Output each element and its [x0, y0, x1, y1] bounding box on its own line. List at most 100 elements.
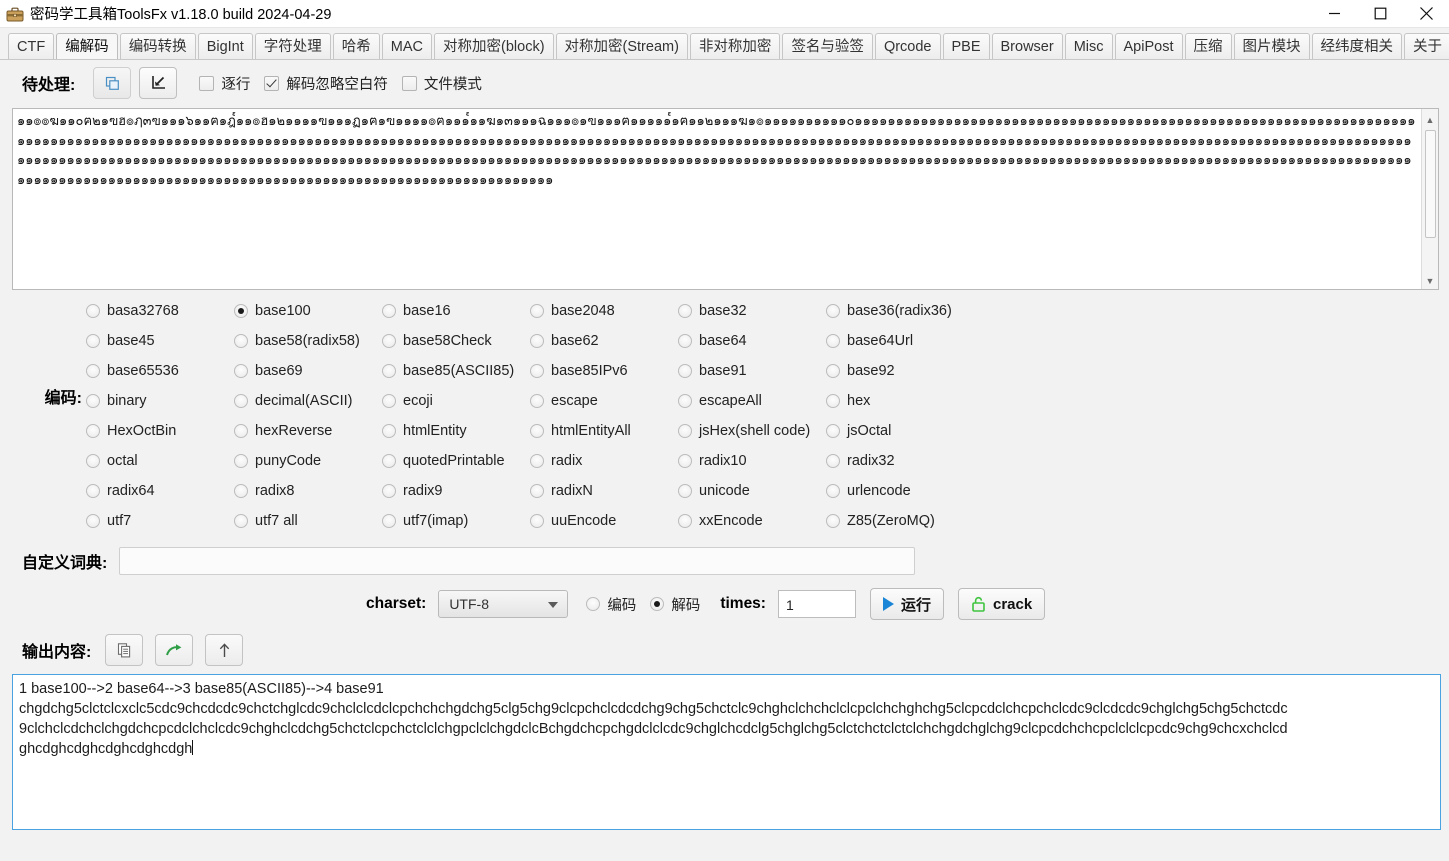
- radio-dot[interactable]: [530, 304, 544, 318]
- encoding-option-base65536[interactable]: base65536: [86, 356, 234, 386]
- radio-dot[interactable]: [234, 514, 248, 528]
- tab-10[interactable]: 签名与验签: [782, 33, 873, 59]
- radio-dot[interactable]: [678, 514, 692, 528]
- radio-dot[interactable]: [826, 514, 840, 528]
- radio-dot[interactable]: [382, 304, 396, 318]
- radio-dot[interactable]: [826, 334, 840, 348]
- radio-dot[interactable]: [826, 454, 840, 468]
- times-input[interactable]: 1: [777, 590, 856, 618]
- tab-0[interactable]: CTF: [8, 33, 55, 59]
- tab-5[interactable]: 哈希: [332, 33, 380, 59]
- radio-dot[interactable]: [86, 304, 100, 318]
- tab-4[interactable]: 字符处理: [254, 33, 331, 59]
- encoding-option-base2048[interactable]: base2048: [530, 296, 678, 326]
- encoding-option-base62[interactable]: base62: [530, 326, 678, 356]
- run-button[interactable]: 运行: [869, 588, 944, 620]
- encoding-option-radix[interactable]: radix: [530, 446, 678, 476]
- crack-button[interactable]: crack: [957, 588, 1046, 620]
- input-textarea-container[interactable]: ๑๑๏๏ฆ๑๑๐ฅ๒๑ฃฮ๏ฦ๓ฃ๑๑๑๖๑๑ฅ๑ฎ๎๑๑๏ฮ๑๒๑๑๑๑ฃ๑๑…: [12, 108, 1439, 290]
- maximize-button[interactable]: [1357, 0, 1403, 27]
- radio-dot[interactable]: [234, 334, 248, 348]
- charset-select[interactable]: UTF-8: [438, 590, 569, 618]
- input-scrollbar[interactable]: ▲ ▼: [1421, 109, 1438, 289]
- encoding-option-basa32768[interactable]: basa32768: [86, 296, 234, 326]
- tab-8[interactable]: 对称加密(Stream): [555, 33, 688, 59]
- encoding-option-punycode[interactable]: punyCode: [234, 446, 382, 476]
- radio-dot[interactable]: [86, 394, 100, 408]
- encoding-option-base85-ascii85-[interactable]: base85(ASCII85): [382, 356, 530, 386]
- scroll-down-icon[interactable]: ▼: [1422, 272, 1439, 289]
- encoding-radio-group[interactable]: basa32768 base100 base16 base2048 base32 base…: [82, 296, 1449, 536]
- encoding-option-base64url[interactable]: base64Url: [826, 326, 986, 356]
- import-input-button[interactable]: [139, 67, 178, 99]
- encoding-option-base100[interactable]: base100: [234, 296, 382, 326]
- radio-dot[interactable]: [678, 334, 692, 348]
- output-textarea[interactable]: 1 base100-->2 base64-->3 base85(ASCII85)…: [12, 674, 1441, 830]
- encoding-option-base91[interactable]: base91: [678, 356, 826, 386]
- copy-input-button[interactable]: [93, 67, 132, 99]
- radio-dot[interactable]: [530, 424, 544, 438]
- file-mode-option[interactable]: 文件模式: [401, 73, 482, 94]
- encoding-option-hexreverse[interactable]: hexReverse: [234, 416, 382, 446]
- encoding-option-jsoctal[interactable]: jsOctal: [826, 416, 986, 446]
- encoding-option-radix8[interactable]: radix8: [234, 476, 382, 506]
- encoding-option-hex[interactable]: hex: [826, 386, 986, 416]
- line-by-line-checkbox[interactable]: [199, 75, 215, 91]
- tab-14[interactable]: Misc: [1064, 33, 1113, 59]
- encoding-option-htmlentity[interactable]: htmlEntity: [382, 416, 530, 446]
- radio-dot[interactable]: [530, 394, 544, 408]
- tab-6[interactable]: MAC: [381, 33, 433, 59]
- dictionary-input[interactable]: [119, 547, 916, 575]
- radio-dot[interactable]: [530, 484, 544, 498]
- radio-dot[interactable]: [826, 364, 840, 378]
- tab-7[interactable]: 对称加密(block): [434, 33, 554, 59]
- encoding-option-escape[interactable]: escape: [530, 386, 678, 416]
- radio-dot[interactable]: [382, 514, 396, 528]
- encoding-option-xxencode[interactable]: xxEncode: [678, 506, 826, 536]
- tab-19[interactable]: 关于: [1404, 33, 1449, 59]
- encoding-option-decimal-ascii-[interactable]: decimal(ASCII): [234, 386, 382, 416]
- decode-mode-option[interactable]: 解码: [650, 594, 700, 615]
- radio-dot[interactable]: [826, 304, 840, 318]
- radio-dot[interactable]: [86, 454, 100, 468]
- radio-dot[interactable]: [234, 454, 248, 468]
- encoding-option-base64[interactable]: base64: [678, 326, 826, 356]
- tab-17[interactable]: 图片模块: [1233, 33, 1310, 59]
- encoding-option-radixn[interactable]: radixN: [530, 476, 678, 506]
- radio-dot[interactable]: [86, 424, 100, 438]
- encoding-option-radix32[interactable]: radix32: [826, 446, 986, 476]
- radio-dot[interactable]: [530, 364, 544, 378]
- encoding-option-octal[interactable]: octal: [86, 446, 234, 476]
- radio-dot[interactable]: [530, 334, 544, 348]
- encoding-option-utf7[interactable]: utf7: [86, 506, 234, 536]
- encoding-option-hexoctbin[interactable]: HexOctBin: [86, 416, 234, 446]
- scrollbar-thumb[interactable]: [1424, 130, 1436, 238]
- encoding-option-base16[interactable]: base16: [382, 296, 530, 326]
- encoding-option-base36-radix36-[interactable]: base36(radix36): [826, 296, 986, 326]
- encoding-option-uuencode[interactable]: uuEncode: [530, 506, 678, 536]
- close-button[interactable]: [1403, 0, 1449, 27]
- ignore-whitespace-option[interactable]: 解码忽略空白符: [264, 73, 388, 94]
- input-textarea[interactable]: ๑๑๏๏ฆ๑๑๐ฅ๒๑ฃฮ๏ฦ๓ฃ๑๑๑๖๑๑ฅ๑ฎ๎๑๑๏ฮ๑๒๑๑๑๑ฃ๑๑…: [13, 109, 1421, 289]
- encoding-option-radix64[interactable]: radix64: [86, 476, 234, 506]
- tab-9[interactable]: 非对称加密: [689, 33, 781, 59]
- radio-dot[interactable]: [234, 364, 248, 378]
- encoding-option-base32[interactable]: base32: [678, 296, 826, 326]
- send-output-button[interactable]: [155, 634, 194, 666]
- tab-1[interactable]: 编解码: [56, 33, 118, 59]
- encoding-option-utf7-all[interactable]: utf7 all: [234, 506, 382, 536]
- tab-12[interactable]: PBE: [942, 33, 990, 59]
- radio-dot[interactable]: [382, 334, 396, 348]
- tab-3[interactable]: BigInt: [197, 33, 253, 59]
- file-mode-checkbox[interactable]: [401, 75, 417, 91]
- scroll-up-icon[interactable]: ▲: [1422, 111, 1439, 128]
- tab-13[interactable]: Browser: [991, 33, 1063, 59]
- main-tab-bar[interactable]: CTF 编解码 编码转换 BigInt 字符处理 哈希 MAC 对称加密(block) 对称加密…: [0, 28, 1449, 60]
- encoding-option-base92[interactable]: base92: [826, 356, 986, 386]
- radio-dot[interactable]: [86, 334, 100, 348]
- encoding-option-urlencode[interactable]: urlencode: [826, 476, 986, 506]
- radio-dot[interactable]: [530, 514, 544, 528]
- encoding-option-base58-radix58-[interactable]: base58(radix58): [234, 326, 382, 356]
- encode-mode-radio[interactable]: [586, 597, 601, 611]
- radio-dot[interactable]: [86, 514, 100, 528]
